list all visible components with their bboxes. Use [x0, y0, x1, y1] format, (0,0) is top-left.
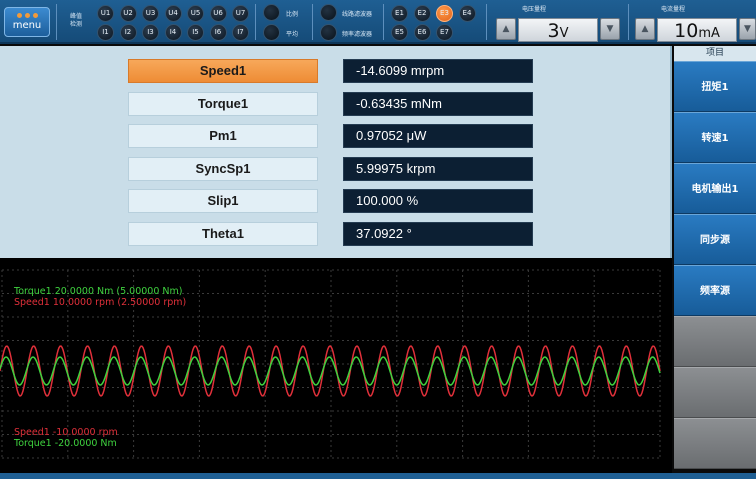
channel-u5-button[interactable]: U5	[187, 5, 204, 22]
voltage-up-button[interactable]: ▼	[600, 18, 620, 40]
param-syncsp1-button[interactable]: SyncSp1	[128, 156, 318, 181]
side-menu: 项目 扭矩1 转速1 电机输出1 同步源 频率源	[674, 46, 756, 473]
param-pm1-button[interactable]: Pm1	[128, 124, 318, 148]
channel-i6-button[interactable]: I6	[209, 24, 227, 41]
toolbar-divider	[255, 4, 256, 40]
toolbar-divider	[486, 4, 487, 40]
current-range-label: 电流量程	[661, 6, 686, 13]
measurement-row: SyncSp1 5.99975 krpm	[0, 156, 672, 181]
triangle-up-icon: ▲	[641, 24, 649, 34]
channel-e5-button[interactable]: E5	[391, 24, 408, 41]
channel-i4-button[interactable]: I4	[164, 24, 182, 41]
ratio-toggle[interactable]	[263, 4, 280, 21]
channel-e2-button[interactable]: E2	[413, 5, 431, 22]
channel-i1-button[interactable]: I1	[97, 24, 114, 41]
waveform-scale-label: Torque1 20.0000 Nm (5.00000 Nm)	[13, 286, 182, 297]
param-pm1-value: 0.97052 μW	[343, 124, 533, 148]
channel-u6-button[interactable]: U6	[209, 5, 227, 22]
channel-u4-button[interactable]: U4	[164, 5, 182, 22]
channel-u2-button[interactable]: U2	[119, 5, 137, 22]
channel-u3-button[interactable]: U3	[142, 5, 159, 22]
waveform-display: Torque1 20.0000 Nm (5.00000 Nm) Speed1 10…	[0, 258, 672, 473]
channel-i3-button[interactable]: I3	[142, 24, 159, 41]
measurement-row: Pm1 0.97052 μW	[0, 124, 672, 148]
side-menu-empty-slot	[674, 418, 756, 469]
line-filter-label: 线路滤波器	[342, 11, 373, 18]
voltage-range-label: 电压量程	[522, 6, 547, 13]
channel-i2-button[interactable]: I2	[119, 24, 137, 41]
measurement-row: Speed1 -14.6099 mrpm	[0, 59, 672, 83]
channel-e3-button[interactable]: E3	[436, 5, 453, 22]
side-menu-item-5[interactable]: 频率源	[674, 265, 756, 316]
param-syncsp1-value: 5.99975 krpm	[343, 156, 533, 181]
waveform-plot: Torque1 20.0000 Nm (5.00000 Nm)Speed1 10…	[0, 269, 661, 459]
top-toolbar: menu 峰值 检测 比例 平均 线路滤波器 频率滤波器 电压量程 ▲ 3V ▼…	[0, 0, 756, 44]
current-range-value: 10mA	[657, 18, 737, 42]
side-menu-item-3[interactable]: 电机输出1	[674, 163, 756, 214]
menu-button-label: menu	[12, 20, 42, 31]
triangle-down-icon: ▼	[744, 24, 751, 34]
torque1-trace	[0, 356, 661, 386]
current-range-control: 电流量程 ▲ 10mA ▼	[633, 4, 756, 42]
param-torque1-value: -0.63435 mNm	[343, 91, 533, 116]
triangle-down-icon: ▼	[606, 24, 614, 34]
waveform-scale-label: Speed1 -10.0000 rpm	[14, 427, 118, 438]
menu-button[interactable]: menu	[4, 7, 50, 37]
measurement-panel: Speed1 -14.6099 mrpm Torque1 -0.63435 mNm Pm…	[0, 46, 672, 258]
measurement-row: Theta1 37.0922 °	[0, 221, 672, 246]
channel-e4-button[interactable]: E4	[458, 5, 476, 22]
param-speed1-button[interactable]: Speed1	[128, 59, 318, 83]
average-toggle[interactable]	[263, 24, 280, 41]
waveform-scale-label: Torque1 -20.0000 Nm	[13, 438, 117, 449]
speed1-trace	[0, 345, 661, 397]
average-label: 平均	[286, 31, 299, 38]
side-menu-item-1[interactable]: 扭矩1	[674, 61, 756, 112]
freq-filter-toggle[interactable]	[320, 24, 337, 41]
toolbar-divider	[383, 4, 384, 40]
bottom-status-strip	[0, 473, 756, 479]
channel-i5-button[interactable]: I5	[187, 24, 204, 41]
param-slip1-button[interactable]: Slip1	[128, 189, 318, 213]
param-slip1-value: 100.000 %	[343, 189, 533, 213]
ratio-label: 比例	[286, 11, 299, 18]
param-theta1-button[interactable]: Theta1	[128, 221, 318, 246]
channel-e1-button[interactable]: E1	[391, 5, 408, 22]
voltage-down-button[interactable]: ▲	[496, 18, 516, 40]
voltage-range-control: 电压量程 ▲ 3V ▼	[494, 4, 624, 42]
channel-e7-button[interactable]: E7	[436, 24, 453, 41]
channel-e6-button[interactable]: E6	[413, 24, 431, 41]
measurement-row: Slip1 100.000 %	[0, 189, 672, 213]
toolbar-divider	[56, 4, 57, 40]
voltage-range-value: 3V	[518, 18, 598, 42]
current-down-button[interactable]: ▲	[635, 18, 655, 40]
waveform-scale-label: Speed1 10.0000 rpm (2.50000 rpm)	[14, 297, 186, 308]
side-menu-header: 项目	[674, 46, 756, 61]
triangle-up-icon: ▲	[502, 24, 510, 34]
param-torque1-button[interactable]: Torque1	[128, 91, 318, 116]
side-menu-empty-slot	[674, 367, 756, 418]
menu-dots-icon	[5, 13, 49, 18]
freq-filter-label: 频率滤波器	[342, 31, 373, 38]
side-menu-item-4[interactable]: 同步源	[674, 214, 756, 265]
side-menu-empty-slot	[674, 316, 756, 367]
measurement-row: Torque1 -0.63435 mNm	[0, 91, 672, 116]
peak-detect-label: 峰值 检测	[70, 13, 83, 28]
toolbar-divider	[312, 4, 313, 40]
side-menu-item-2[interactable]: 转速1	[674, 112, 756, 163]
current-up-button[interactable]: ▼	[739, 18, 756, 40]
param-theta1-value: 37.0922 °	[343, 221, 533, 246]
line-filter-toggle[interactable]	[320, 4, 337, 21]
channel-u1-button[interactable]: U1	[97, 5, 114, 22]
param-speed1-value: -14.6099 mrpm	[343, 59, 533, 83]
toolbar-divider	[628, 4, 629, 40]
channel-i7-button[interactable]: I7	[232, 24, 249, 41]
channel-u7-button[interactable]: U7	[232, 5, 249, 22]
